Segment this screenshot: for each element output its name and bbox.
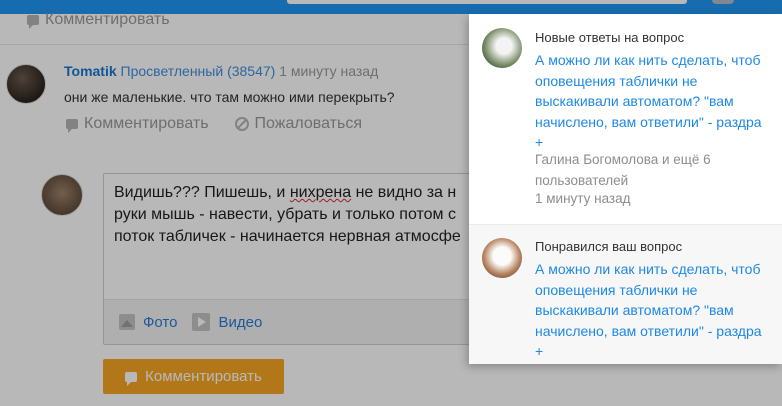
comment-text: они же маленькие. что там можно ими пере… (64, 89, 395, 105)
notification-title: Новые ответы на вопрос (535, 30, 685, 45)
attach-video-button[interactable]: Видео (192, 313, 262, 331)
comment-author-rank[interactable]: Просветленный (38547) (121, 63, 276, 79)
comment-actions: Комментировать Пожаловаться (66, 115, 362, 133)
comment-time: 1 минуту назад (279, 63, 379, 79)
notification-time: 1 минуту назад (535, 191, 631, 206)
notification-question-link[interactable]: А можно ли как нить сделать, чтоб оповещ… (535, 50, 775, 153)
comment-icon (27, 15, 39, 29)
notification-title: Понравился ваш вопрос (535, 239, 683, 254)
user-avatar-button[interactable] (712, 0, 734, 4)
notification-avatar (482, 28, 522, 68)
video-icon (192, 313, 211, 331)
divider (0, 44, 470, 45)
current-user-avatar (41, 174, 83, 216)
report-button[interactable]: Пожаловаться (255, 115, 362, 133)
submit-comment-button[interactable]: Комментировать (103, 359, 284, 394)
prev-comment-actions: Комментировать (27, 11, 170, 29)
notification-avatar (482, 238, 522, 278)
report-icon (234, 117, 249, 131)
notification-item[interactable]: Новые ответы на вопрос А можно ли как ни… (469, 14, 782, 222)
comment-icon (66, 119, 78, 133)
photo-icon (119, 314, 135, 330)
comment-meta: Tomatik Просветленный (38547) 1 минуту н… (64, 63, 378, 79)
comment-reply-button[interactable]: Комментировать (84, 115, 209, 133)
notifications-dropdown: Новые ответы на вопрос А можно ли как ни… (469, 14, 782, 364)
comment-editor[interactable]: Видишь??? Пишешь, и нихрена не видно за … (103, 173, 485, 345)
editor-text[interactable]: Видишь??? Пишешь, и нихрена не видно за … (104, 174, 484, 256)
notification-question-link[interactable]: А можно ли как нить сделать, чтоб оповещ… (535, 259, 775, 362)
comment-icon (125, 371, 138, 386)
notification-users: Галина Богомолова и ещё 6 пользователей (535, 152, 711, 188)
attachment-bar: Фото Видео (104, 299, 484, 344)
search-input[interactable] (287, 0, 687, 4)
prev-comment-button[interactable]: Комментировать (45, 11, 170, 29)
notification-item[interactable]: Понравился ваш вопрос А можно ли как нит… (469, 224, 782, 364)
tomatik-avatar[interactable] (6, 64, 46, 104)
misspelled-word: нихрена (289, 184, 352, 201)
attach-photo-button[interactable]: Фото (119, 314, 177, 331)
comment-author-link[interactable]: Tomatik (64, 63, 117, 79)
